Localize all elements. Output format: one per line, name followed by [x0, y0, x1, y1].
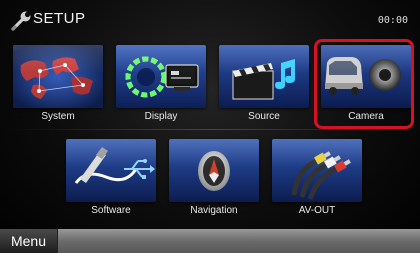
globe-icon	[13, 45, 103, 108]
compass-icon	[169, 139, 259, 202]
system-label: System	[41, 111, 75, 122]
navigation-tile[interactable]	[169, 139, 259, 202]
av-out-label: AV-OUT	[298, 205, 336, 216]
display-tile[interactable]	[116, 45, 206, 108]
av-out-tile[interactable]	[272, 139, 362, 202]
source-label: Source	[248, 111, 280, 122]
setup-screen: SETUP 00:00 System Display Source Camera…	[0, 0, 420, 253]
navigation-label: Navigation	[190, 205, 238, 216]
menu-button[interactable]: Menu	[0, 229, 58, 253]
software-label: Software	[91, 205, 131, 216]
wrench-icon	[11, 11, 31, 31]
av-cable-icon	[272, 139, 362, 202]
display-label: Display	[144, 111, 178, 122]
usb-icon	[66, 139, 156, 202]
row-divider	[7, 129, 413, 130]
clock: 00:00	[377, 15, 408, 26]
display-icon	[116, 45, 206, 108]
software-tile[interactable]	[66, 139, 156, 202]
camera-selection-highlight	[314, 39, 414, 129]
page-title: SETUP	[33, 10, 86, 27]
system-tile[interactable]	[13, 45, 103, 108]
bottom-bar	[0, 229, 420, 253]
clapperboard-icon	[219, 45, 309, 108]
source-tile[interactable]	[219, 45, 309, 108]
